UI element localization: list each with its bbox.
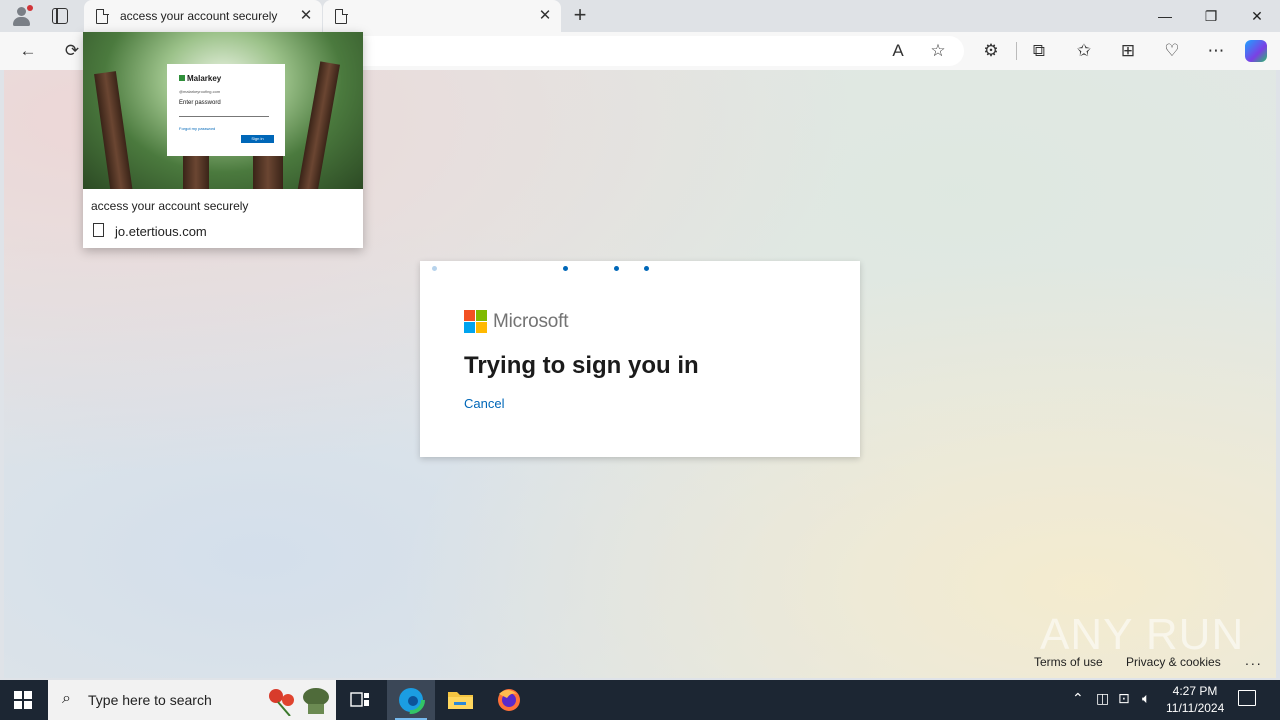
signin-heading: Trying to sign you in <box>464 352 699 379</box>
tab-close-icon[interactable]: ✕ <box>537 8 553 24</box>
taskbar-clock[interactable]: 4:27 PM 11/11/2024 <box>1166 683 1224 717</box>
extensions-icon[interactable]: ⚙ <box>978 38 1004 64</box>
task-view-icon[interactable] <box>336 680 384 720</box>
windows-start-icon[interactable] <box>14 691 32 709</box>
tab-title: access your account securely <box>120 9 278 23</box>
tab-strip: access your account securely ✕ ✕ + — ❐ ✕ <box>0 0 1280 32</box>
read-aloud-icon[interactable]: A <box>885 38 911 64</box>
privacy-link[interactable]: Privacy & cookies <box>1126 655 1221 669</box>
new-tab-button[interactable]: + <box>568 4 592 28</box>
profile-icon[interactable] <box>10 5 34 27</box>
clock-time: 4:27 PM <box>1172 684 1218 698</box>
firefox-icon[interactable] <box>485 680 533 720</box>
terms-link[interactable]: Terms of use <box>1034 655 1103 669</box>
volume-icon[interactable]: 🔈︎ <box>1142 690 1150 707</box>
signin-card: Microsoft Trying to sign you in Cancel <box>420 261 860 457</box>
restore-button[interactable]: ❐ <box>1188 0 1234 32</box>
cancel-link[interactable]: Cancel <box>464 396 504 411</box>
progress-dot <box>432 266 437 271</box>
preview-forgot: Forgot my password <box>179 126 216 131</box>
progress-dot <box>614 266 619 271</box>
edge-taskbar-icon[interactable] <box>387 680 435 720</box>
notification-icon[interactable] <box>1238 690 1256 706</box>
more-menu-icon[interactable]: ⋯ <box>1203 38 1229 64</box>
copilot-icon[interactable] <box>1245 40 1267 62</box>
meet-now-icon[interactable]: ◫ <box>1096 690 1109 707</box>
page-icon <box>335 8 348 24</box>
progress-dot <box>563 266 568 271</box>
tab-close-icon[interactable]: ✕ <box>298 8 314 24</box>
search-placeholder: Type here to search <box>88 692 212 708</box>
favorites-icon[interactable]: ✩ <box>1071 38 1097 64</box>
back-icon[interactable]: ← <box>15 38 41 64</box>
preview-heading: Enter password <box>179 100 221 106</box>
search-highlight-icon <box>269 688 329 716</box>
preview-password-field <box>179 116 269 117</box>
preview-thumbnail: Malarkey @malarkeyroofing.com Enter pass… <box>83 32 363 189</box>
tab-hover-preview: Malarkey @malarkeyroofing.com Enter pass… <box>83 32 363 248</box>
tray-overflow-icon[interactable]: ⌃ <box>1072 690 1084 707</box>
preview-url: jo.etertious.com <box>115 224 207 239</box>
preview-signin-button: Sign in <box>241 135 274 143</box>
anyrun-watermark: ANY RUN <box>1040 610 1245 659</box>
microsoft-logo-icon <box>464 310 487 333</box>
toolbar-divider <box>1016 42 1017 60</box>
refresh-icon[interactable]: ⟳ <box>59 38 85 64</box>
close-window-button[interactable]: ✕ <box>1234 0 1280 32</box>
page-icon <box>96 8 109 24</box>
preview-login-form: Malarkey @malarkeyroofing.com Enter pass… <box>167 64 285 156</box>
split-screen-icon[interactable]: ⧉ <box>1026 38 1052 64</box>
file-explorer-icon[interactable] <box>436 680 484 720</box>
collections-icon[interactable]: ⊞ <box>1115 38 1141 64</box>
preview-title: access your account securely <box>91 199 249 213</box>
progress-dot <box>644 266 649 271</box>
browser-essentials-icon[interactable]: ♡ <box>1159 38 1185 64</box>
tab-active[interactable]: ✕ <box>323 0 561 32</box>
preview-email: @malarkeyroofing.com <box>179 89 221 94</box>
tab-access-account[interactable]: access your account securely ✕ <box>84 0 322 32</box>
taskbar-search[interactable]: ⌕ Type here to search <box>48 680 336 720</box>
preview-brand: Malarkey <box>179 74 221 83</box>
tab-actions-icon[interactable] <box>52 8 68 24</box>
footer-more-button[interactable]: ... <box>1245 652 1263 668</box>
minimize-button[interactable]: — <box>1142 0 1188 32</box>
page-icon <box>93 223 104 237</box>
search-icon: ⌕ <box>62 690 71 707</box>
taskbar: ⌕ Type here to search ⌃ ◫ ⊡ 🔈︎ 4:27 PM 1… <box>0 680 1280 720</box>
clock-date: 11/11/2024 <box>1166 701 1225 715</box>
microsoft-brand: Microsoft <box>493 311 569 332</box>
favorite-star-icon[interactable]: ☆ <box>925 38 951 64</box>
network-icon[interactable]: ⊡ <box>1118 690 1130 707</box>
